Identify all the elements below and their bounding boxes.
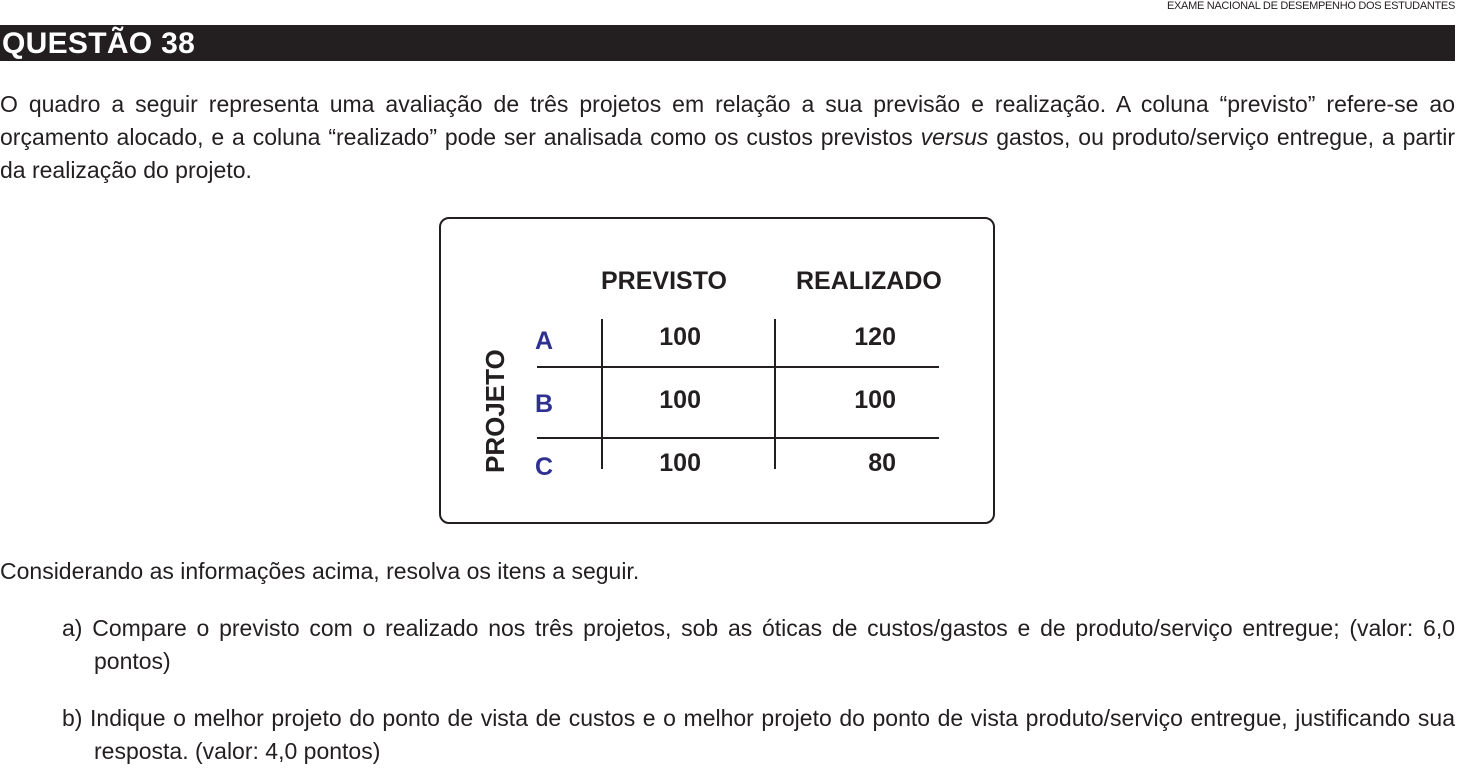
question-title-bar: QUESTÃO 38 — [0, 25, 1455, 61]
column-header-realizado: REALIZADO — [796, 267, 942, 295]
row-divider-1 — [537, 366, 939, 368]
row-axis-label: PROJETO — [480, 349, 510, 473]
row-divider-2 — [537, 437, 939, 439]
column-header-previsto: PREVISTO — [601, 267, 727, 295]
cell-c-previsto: 100 — [659, 449, 701, 477]
cell-b-realizado: 100 — [854, 386, 896, 414]
row-label-c: C — [535, 453, 554, 481]
intro-paragraph: O quadro a seguir representa uma avaliaç… — [0, 88, 1455, 187]
item-a: a) Compare o previsto com o realizado no… — [62, 615, 1455, 674]
cell-b-previsto: 100 — [659, 386, 701, 414]
row-label-b: B — [535, 390, 554, 418]
cell-a-previsto: 100 — [659, 323, 701, 351]
exam-header: EXAME NACIONAL DE DESEMPENHO DOS ESTUDAN… — [1166, 0, 1455, 12]
evaluation-table: PREVISTO REALIZADO PROJETO A 100 120 B 1… — [439, 217, 995, 524]
cell-c-realizado: 80 — [868, 449, 896, 477]
intro-emphasis: versus — [920, 124, 989, 150]
row-label-a: A — [535, 327, 554, 355]
cell-a-realizado: 120 — [854, 323, 896, 351]
item-b: b) Indique o melhor projeto do ponto de … — [62, 705, 1455, 764]
question-title: QUESTÃO 38 — [2, 27, 196, 60]
instructions-text: Considerando as informações acima, resol… — [0, 558, 640, 584]
